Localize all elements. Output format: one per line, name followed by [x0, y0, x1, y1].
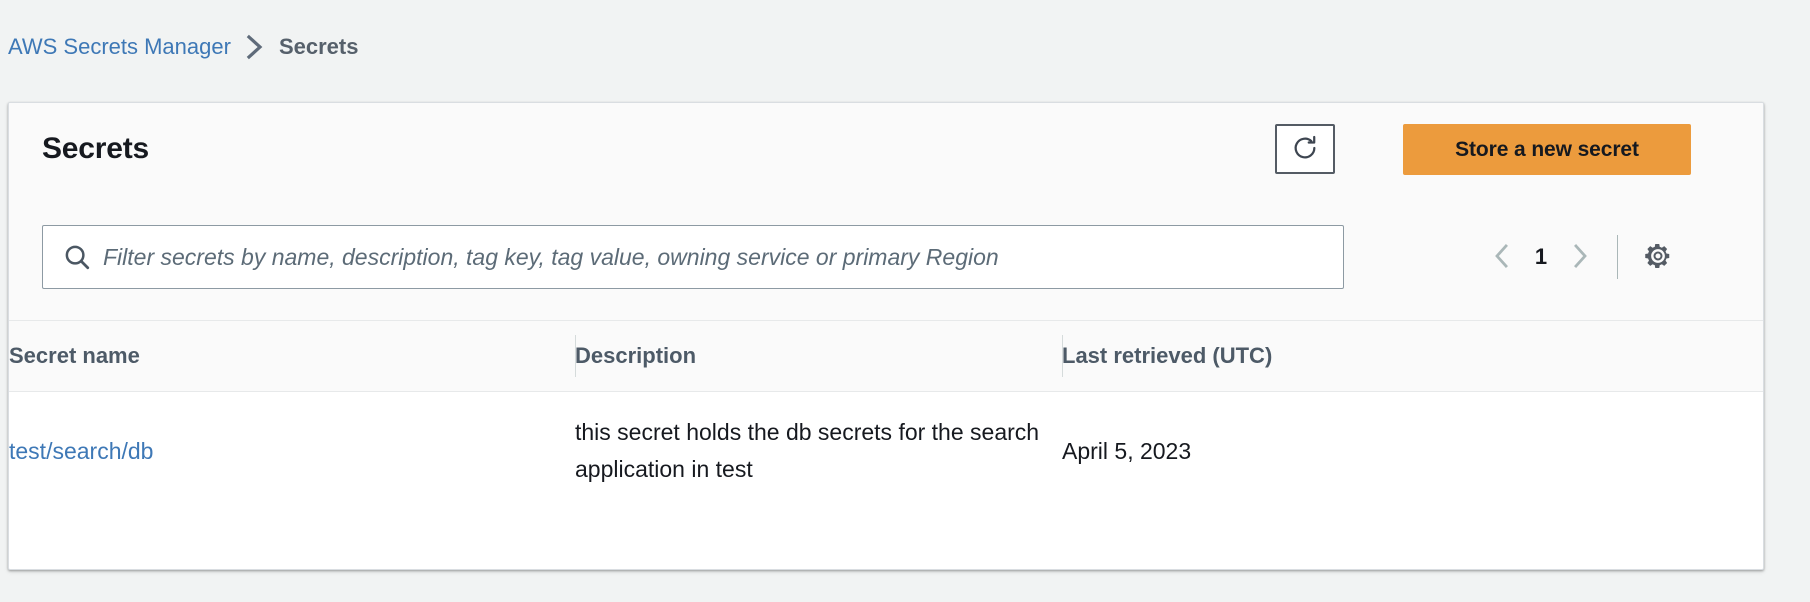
- secrets-panel: Secrets Store a new secret Filter secret…: [8, 102, 1764, 570]
- search-input[interactable]: [95, 226, 1343, 288]
- secret-name-link[interactable]: test/search/db: [9, 438, 153, 464]
- breadcrumb-link-aws-secrets-manager[interactable]: AWS Secrets Manager: [8, 30, 231, 64]
- search-filter-box[interactable]: [42, 225, 1344, 289]
- page-title: Secrets: [42, 132, 150, 165]
- search-icon: [59, 242, 95, 272]
- chevron-right-icon: [231, 34, 279, 60]
- pagination-page-1[interactable]: 1: [1525, 244, 1557, 270]
- column-header-secret-name[interactable]: Secret name: [9, 321, 575, 392]
- pagination-controls: 1: [1479, 233, 1678, 281]
- chevron-right-icon: [1569, 242, 1591, 273]
- breadcrumb: AWS Secrets Manager Secrets: [8, 30, 358, 64]
- cell-secret-name: test/search/db: [9, 391, 575, 511]
- pagination-previous-button[interactable]: [1479, 233, 1525, 281]
- table-body: test/search/db this secret holds the db …: [9, 391, 1763, 511]
- breadcrumb-current-secrets: Secrets: [278, 34, 359, 59]
- cell-last-retrieved: April 5, 2023: [1062, 391, 1763, 511]
- cell-description: this secret holds the db secrets for the…: [575, 391, 1062, 511]
- table-preferences-button[interactable]: [1638, 235, 1678, 279]
- table-row[interactable]: test/search/db this secret holds the db …: [9, 391, 1763, 511]
- chevron-left-icon: [1491, 242, 1513, 273]
- panel-header: Secrets Store a new secret Filter secret…: [9, 103, 1763, 321]
- refresh-icon: [1291, 134, 1319, 165]
- pagination-next-button[interactable]: [1557, 233, 1603, 281]
- secrets-table: Secret name Description Last retrieved (…: [9, 321, 1763, 511]
- column-header-description[interactable]: Description: [575, 321, 1062, 392]
- store-a-new-secret-button[interactable]: Store a new secret: [1403, 124, 1691, 175]
- column-header-last-retrieved[interactable]: Last retrieved (UTC): [1062, 321, 1763, 392]
- gear-icon: [1643, 241, 1673, 274]
- pagination-divider: [1617, 235, 1618, 279]
- refresh-button[interactable]: [1275, 124, 1335, 174]
- table-header-row: Secret name Description Last retrieved (…: [9, 321, 1763, 392]
- table-header: Secret name Description Last retrieved (…: [9, 321, 1763, 392]
